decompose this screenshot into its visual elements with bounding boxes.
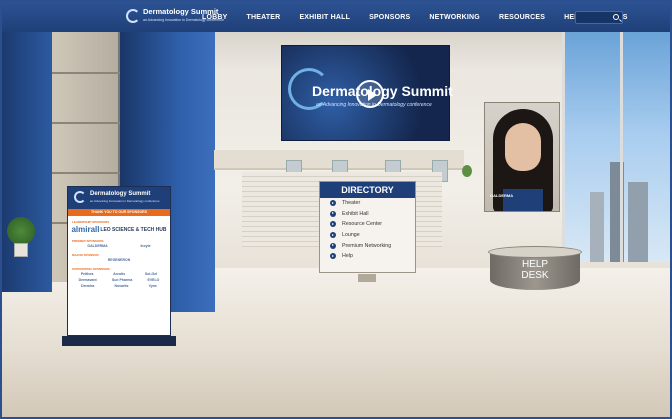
nav-exhibit-hall[interactable]: EXHIBIT HALL	[299, 14, 350, 21]
nav-sponsors[interactable]: SPONSORS	[369, 14, 410, 21]
arrow-icon	[330, 253, 336, 260]
sponsor-logo[interactable]: GALDERMA	[87, 244, 107, 248]
search-input[interactable]	[576, 18, 610, 30]
lobby-scene: Dermatology Summit an Advancing Innovati…	[2, 32, 670, 417]
top-navigation: Dermatology Summit an Advancing Innovati…	[2, 2, 670, 32]
help-desk-label-1: HELP	[521, 259, 549, 270]
board-thanks: THANK YOU TO OUR SPONSORS	[68, 209, 170, 216]
plant-icon	[462, 165, 472, 177]
sponsor-logo[interactable]: LEO SCIENCE & TECH HUB	[100, 227, 166, 233]
directory-resource-center[interactable]: Resource Center	[320, 219, 415, 230]
sponsor-logo[interactable]: Vyne	[149, 284, 157, 288]
virtual-lobby: Dermatology Summit an Advancing Innovati…	[0, 0, 672, 419]
board-title: Dermatology Summit	[90, 191, 151, 197]
sponsor-logo[interactable]: Dermira	[81, 284, 94, 288]
sponsor-logo[interactable]: almirall	[71, 225, 99, 234]
sponsor-logo[interactable]: Incyte	[140, 244, 150, 248]
sponsor-logo[interactable]: Sol-Gel	[145, 272, 157, 276]
board-base	[62, 336, 176, 346]
nav-networking[interactable]: NETWORKING	[429, 14, 480, 21]
plant-icon	[7, 217, 35, 257]
arrow-icon	[330, 200, 336, 207]
search-icon[interactable]	[613, 14, 619, 20]
nav-resources[interactable]: RESOURCES	[499, 14, 545, 21]
directory-sign: DIRECTORY Theater Exhibit Hall Resource …	[319, 181, 416, 282]
nav-lobby[interactable]: LOBBY	[202, 14, 228, 21]
directory-theater[interactable]: Theater	[320, 198, 415, 209]
sponsor-portrait[interactable]: GALDERMA	[484, 102, 560, 212]
swirl-logo-icon	[126, 9, 140, 23]
nav-theater[interactable]: THEATER	[247, 14, 281, 21]
sponsor-logo[interactable]: Sun Pharma	[112, 278, 132, 282]
help-desk-label-2: DESK	[521, 270, 549, 281]
sponsor-logo[interactable]: Pelthos	[81, 272, 94, 276]
directory-help[interactable]: Help	[320, 251, 415, 262]
sponsor-logo[interactable]: Dermavant	[79, 278, 97, 282]
help-desk[interactable]: HELP DESK	[488, 246, 582, 292]
arrow-icon	[330, 221, 336, 228]
sponsor-logo[interactable]: Novartis	[114, 284, 128, 288]
board-subtitle: an Advancing Innovation in Dermatology c…	[90, 199, 160, 203]
sponsor-logo[interactable]: EVELO	[148, 278, 160, 282]
directory-title: DIRECTORY	[320, 182, 415, 198]
portrait-brand: GALDERMA	[490, 193, 514, 198]
sponsor-logo[interactable]: REGENERON	[108, 258, 131, 262]
arrow-icon	[330, 242, 336, 249]
sponsor-logo[interactable]: Arcutis	[113, 272, 125, 276]
directory-premium-networking[interactable]: Premium Networking	[320, 240, 415, 251]
video-banner[interactable]: Dermatology Summit an Advancing Innovati…	[281, 45, 453, 141]
city-window	[562, 32, 670, 262]
arrow-icon	[330, 210, 336, 217]
play-video-icon[interactable]	[356, 80, 384, 108]
directory-lounge[interactable]: Lounge	[320, 230, 415, 241]
sponsor-board[interactable]: Dermatology Summit an Advancing Innovati…	[67, 186, 171, 336]
swirl-logo-icon	[74, 191, 86, 203]
directory-exhibit-hall[interactable]: Exhibit Hall	[320, 209, 415, 220]
arrow-icon	[330, 232, 336, 239]
search-box	[575, 11, 623, 30]
